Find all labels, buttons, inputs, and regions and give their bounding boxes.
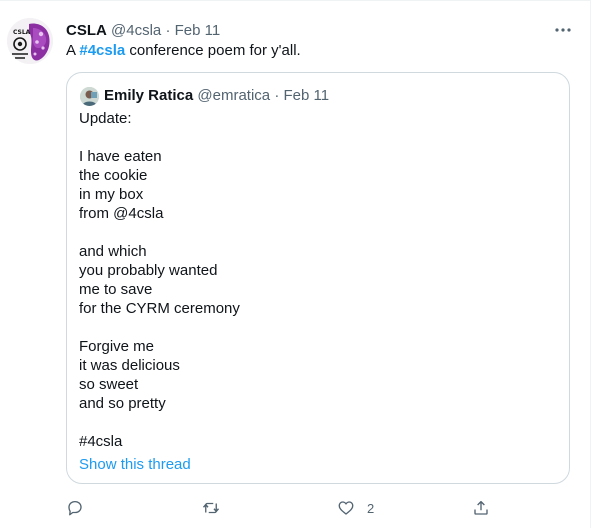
quoted-line xyxy=(79,223,240,242)
quoted-separator: · xyxy=(274,87,280,104)
tweet-header: CSLA @4csla · Feb 11 xyxy=(66,21,220,41)
quoted-author-name: Emily Ratica xyxy=(104,87,194,104)
quoted-line: for the CYRM ceremony xyxy=(79,300,240,317)
retweet-button[interactable] xyxy=(202,496,220,520)
quoted-author-handle: @emratica xyxy=(197,87,271,104)
quoted-line: from @4csla xyxy=(79,205,164,222)
author-avatar[interactable]: CSLA xyxy=(7,18,53,64)
share-button[interactable] xyxy=(472,496,490,520)
csla-logo-icon: CSLA xyxy=(7,18,53,64)
tweet-actions: 2 xyxy=(0,496,590,520)
author-name[interactable]: CSLA xyxy=(66,22,107,39)
quoted-line: Update: xyxy=(79,110,132,127)
heart-icon xyxy=(338,501,354,515)
quoted-line: it was delicious xyxy=(79,357,180,374)
quoted-line: and so pretty xyxy=(79,395,166,412)
quoted-date: Feb 11 xyxy=(283,87,330,104)
person-photo-icon xyxy=(80,87,99,106)
quoted-line: so sweet xyxy=(79,376,139,393)
tweet-date[interactable]: Feb 11 xyxy=(175,22,221,39)
quoted-author-avatar xyxy=(80,87,99,106)
share-icon xyxy=(474,500,488,515)
quoted-line: in my box xyxy=(79,186,144,203)
tweet-text-prefix: A xyxy=(66,42,80,59)
author-handle[interactable]: @4csla xyxy=(111,22,161,39)
retweet-icon xyxy=(202,502,220,514)
quoted-line: you probably wanted xyxy=(79,262,218,279)
reply-button[interactable] xyxy=(66,496,84,520)
quoted-header: Emily Ratica @emratica · Feb 11 xyxy=(104,86,329,106)
right-divider xyxy=(590,0,591,528)
quoted-line: I have eaten xyxy=(79,148,162,165)
quoted-line: #4csla xyxy=(79,433,123,450)
quoted-line xyxy=(79,318,240,337)
quoted-line: me to save xyxy=(79,281,153,298)
like-count: 2 xyxy=(367,500,375,516)
quoted-line xyxy=(79,128,240,147)
header-separator: · xyxy=(165,22,171,39)
quoted-line xyxy=(79,413,240,432)
tweet-text: A #4csla conference poem for y'all. xyxy=(66,41,301,61)
tweet-text-suffix: conference poem for y'all. xyxy=(125,42,301,59)
reply-icon xyxy=(68,500,82,516)
quoted-tweet-card[interactable]: Emily Ratica @emratica · Feb 11 Update: … xyxy=(66,72,570,484)
quoted-line: and which xyxy=(79,243,147,260)
show-thread-link[interactable]: Show this thread xyxy=(79,455,191,475)
quoted-line: Forgive me xyxy=(79,338,155,355)
top-divider xyxy=(0,0,590,1)
quoted-text: Update: I have eaten the cookie in my bo… xyxy=(79,109,240,451)
like-button[interactable]: 2 xyxy=(337,496,374,520)
svg-text:CSLA: CSLA xyxy=(13,29,31,36)
more-dots-icon xyxy=(555,28,571,32)
more-options-button[interactable] xyxy=(553,20,573,40)
hashtag-link[interactable]: #4csla xyxy=(79,42,125,59)
quoted-line: the cookie xyxy=(79,167,148,184)
